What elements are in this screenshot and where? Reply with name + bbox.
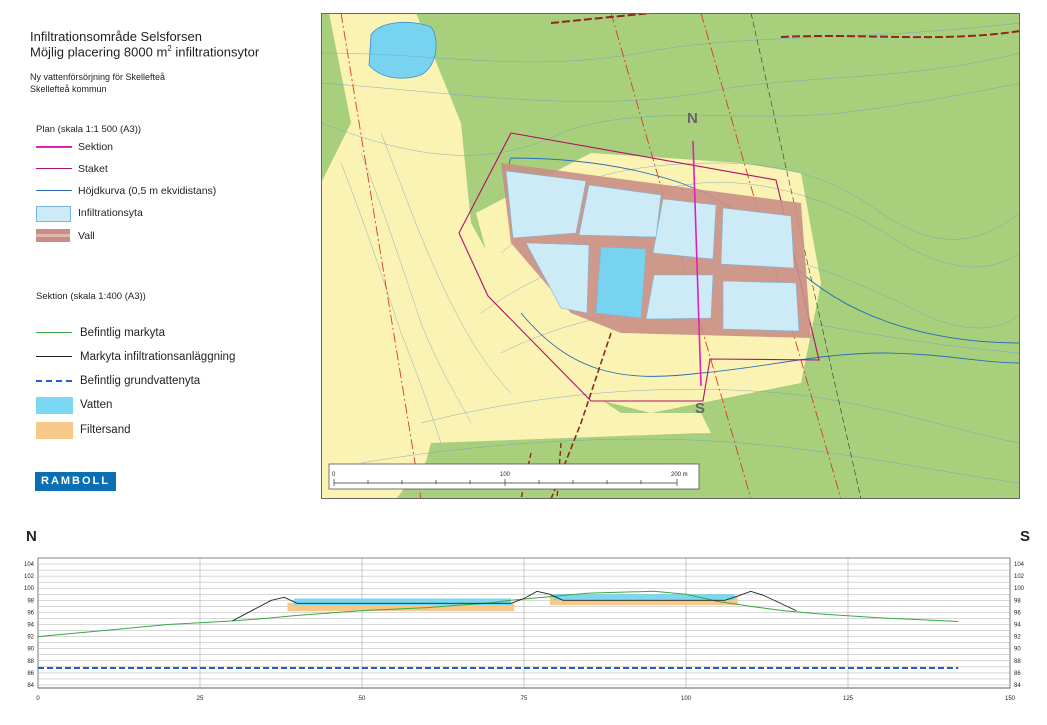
section-legend-label-vatten: Vatten [80,399,113,411]
plan-legend-symbol-infiltrationsyta [36,206,71,222]
section-y-tick-label-right: 90 [1014,647,1021,653]
section-legend-symbol-befintlig-markyta [36,327,72,339]
section-y-tick-label-left: 92 [27,635,34,641]
section-legend-symbol-markyta-anlaggning [36,351,72,363]
section-y-tick-label-left: 84 [27,683,34,689]
section-legend-heading: Sektion (skala 1:400 (A3)) [36,291,146,302]
plan-legend-label-infiltrationsyta: Infiltrationsyta [78,207,143,219]
section-y-tick-label-left: 98 [27,598,34,604]
scale-bar: 0 100 200 m [328,463,700,490]
plan-legend-label-hojdkurva: Höjdkurva (0,5 m ekvidistans) [78,185,217,197]
plan-legend-label-staket: Staket [78,163,108,175]
section-y-tick-label-left: 94 [27,623,34,629]
section-y-tick-label-right: 84 [1014,683,1021,689]
plan-legend-label-vall: Vall [78,230,95,242]
section-y-tick-label-right: 102 [1014,574,1025,580]
section-x-tick-label: 125 [843,696,854,702]
scale-label-100: 100 [500,472,511,478]
plan-legend-symbol-vall [36,229,70,242]
section-y-tick-label-left: 90 [27,647,34,653]
section-y-tick-label-left: 102 [24,574,35,580]
section-x-tick-label: 50 [359,696,366,702]
title-line-1: Infiltrationsområde Selsforsen [30,29,202,44]
section-x-tick-label: 150 [1005,696,1016,702]
lake [368,22,437,79]
section-y-tick-label-left: 96 [27,610,34,616]
section-y-tick-label-right: 94 [1014,623,1021,629]
section-y-tick-label-right: 96 [1014,610,1021,616]
section-series-0 [37,590,959,638]
section-legend-label-filtersand: Filtersand [80,424,131,436]
section-x-tick-label: 25 [197,696,204,702]
section-y-tick-label-left: 86 [27,671,34,677]
section-legend-symbol-grundvattenyta [36,375,72,387]
plan-legend-symbol-hojdkurva [36,185,72,197]
section-x-tick-label: 0 [36,696,40,702]
section-south-label: S [1020,528,1031,545]
section-chart: 0 25 50 75 100 125 150 104 104 102 102 100 100 98 98 96… [24,557,1025,702]
map-north-label: N [687,110,698,127]
section-y-tick-label-right: 92 [1014,635,1021,641]
section-north-label: N [26,528,37,545]
plan-legend-label-sektion: Sektion [78,141,114,153]
section-y-tick-label-right: 88 [1014,659,1021,665]
section-legend-label-befintlig-markyta: Befintlig markyta [80,327,166,339]
title-line-2: Möjlig placering 8000 m2 infiltrationsyt… [30,44,260,60]
subtitle-line-2: Skellefteå kommun [30,84,107,94]
section-y-tick-label-left: 104 [24,562,35,568]
section-y-tick-label-right: 86 [1014,671,1021,677]
section-tick-labels: 0 25 50 75 100 125 150 104 104 102 102 100 100 98 98 96… [24,562,1025,702]
section-y-tick-label-right: 104 [1014,562,1025,568]
section-y-tick-label-right: 100 [1014,586,1025,592]
section-x-tick-label: 100 [681,696,692,702]
section-x-tick-label: 75 [521,696,528,702]
plan-legend-symbol-sektion [36,141,72,153]
plan-legend-symbol-staket [36,163,72,175]
scale-label-200: 200 m [671,472,688,478]
subtitle-line-1: Ny vattenförsörjning för Skellefteå [30,72,166,82]
map-south-label: S [695,400,705,417]
plan-map: N S 0 100 200 m [321,13,1020,499]
section-legend-symbol-filtersand [36,422,73,439]
ramboll-logo: RAMBOLL [35,472,116,491]
section-y-tick-label-left: 88 [27,659,34,665]
section-legend-symbol-vatten [36,397,73,414]
section-legend-label-markyta-anlaggning: Markyta infiltrationsanläggning [80,351,236,363]
section-legend-label-grundvattenyta: Befintlig grundvattenyta [80,375,201,387]
section-y-tick-label-right: 98 [1014,598,1021,604]
plan-legend-heading: Plan (skala 1:1 500 (A3)) [36,124,142,135]
section-y-tick-label-left: 100 [24,586,35,592]
